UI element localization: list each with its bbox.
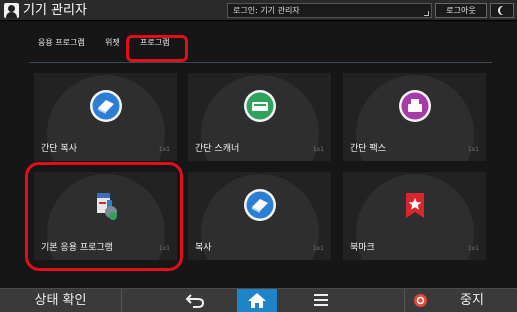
tile-label: 간단 복사 — [41, 144, 77, 154]
home-button[interactable] — [237, 289, 277, 312]
tile-size: 1x1 — [467, 245, 479, 252]
energy-saver-button[interactable] — [490, 3, 514, 18]
tile-label: 간단 스캐너 — [195, 144, 240, 154]
login-status-field: 로그인: 기기 관리자 — [227, 3, 432, 18]
program-tile-bookmark[interactable]: 북마크 1x1 — [343, 172, 486, 260]
program-tile-simple-scanner[interactable]: 간단 스캐너 1x1 — [188, 73, 331, 161]
tab-applications[interactable]: 응용 프로그램 — [38, 37, 85, 48]
stop-icon[interactable] — [414, 294, 427, 307]
login-status-text: 로그인: 기기 관리자 — [233, 6, 300, 15]
tile-size: 1x1 — [158, 146, 170, 153]
back-arrow-icon[interactable] — [185, 292, 205, 309]
menu-icon[interactable] — [314, 294, 328, 306]
tile-size: 1x1 — [312, 245, 324, 252]
bottom-navigation-bar: 상태 확인 중지 — [0, 288, 517, 312]
resize-corner-icon — [424, 11, 429, 16]
tab-highlight-marker — [126, 35, 188, 62]
tile-label: 간단 팩스 — [350, 144, 386, 154]
tile-size: 1x1 — [312, 146, 324, 153]
tile-label: 북마크 — [350, 243, 375, 253]
program-tile-simple-copy[interactable]: 간단 복사 1x1 — [34, 73, 177, 161]
user-icon — [4, 3, 19, 18]
main-panel: 응용 프로그램 위젯 프로그램 간단 복사 1x1 간단 스캐너 1x1 간단 … — [0, 22, 517, 288]
check-status-button[interactable]: 상태 확인 — [0, 289, 122, 312]
top-status-bar: 기기 관리자 로그인: 기기 관리자 로그아웃 — [0, 0, 517, 21]
app-title: 기기 관리자 — [23, 3, 87, 18]
tile-label: 복사 — [195, 243, 212, 253]
copy-book-icon — [243, 189, 276, 221]
home-icon — [248, 293, 266, 308]
copy-book-icon — [89, 90, 122, 122]
stop-button[interactable]: 중지 — [460, 289, 484, 312]
fax-icon — [398, 90, 431, 122]
program-tile-copy[interactable]: 복사 1x1 — [188, 172, 331, 260]
tile-size: 1x1 — [467, 146, 479, 153]
tab-divider — [29, 62, 492, 63]
logout-button[interactable]: 로그아웃 — [435, 3, 487, 18]
moon-icon — [500, 6, 508, 15]
bookmark-icon — [405, 193, 424, 218]
tab-bar: 응용 프로그램 위젯 프로그램 — [0, 22, 517, 63]
scanner-icon — [243, 90, 276, 122]
program-tile-simple-fax[interactable]: 간단 팩스 1x1 — [343, 73, 486, 161]
divider — [404, 289, 405, 312]
tile-highlight-marker — [25, 162, 183, 271]
tab-widgets[interactable]: 위젯 — [105, 37, 120, 48]
